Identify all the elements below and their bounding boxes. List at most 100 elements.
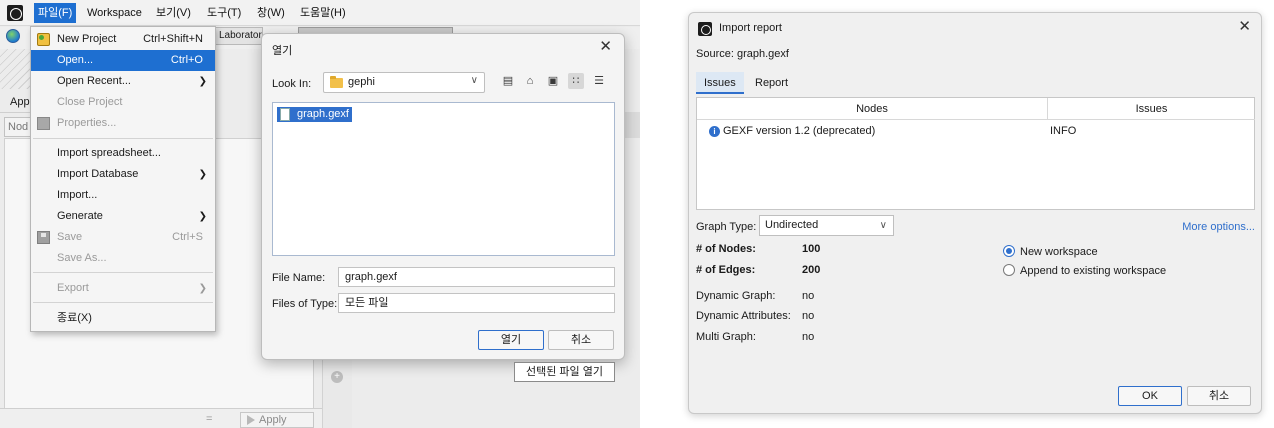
dynamic-graph-label: Dynamic Graph: — [696, 290, 776, 302]
files-of-type-select[interactable]: 모든 파일 — [338, 293, 615, 313]
menu-separator — [33, 138, 213, 139]
look-in-label: Look In: — [272, 78, 312, 90]
open-file-dialog: 열기 ✕ Look In: gephi ∨ ▤ ⌂ ▣ ∷ ☰ graph.ge… — [261, 33, 625, 360]
menu-item-save[interactable]: Save Ctrl+S — [31, 227, 215, 248]
radio-new-workspace[interactable] — [1003, 245, 1015, 257]
shortcut-label: Ctrl+Shift+N — [143, 33, 203, 45]
dynamic-attributes-label: Dynamic Attributes: — [696, 310, 791, 322]
graph-type-select[interactable]: Undirected ∨ — [759, 215, 894, 236]
menu-item-open-recent[interactable]: Open Recent... ❯ — [31, 71, 215, 92]
source-label: Source: graph.gexf — [696, 48, 789, 60]
menu-item-label: Open Recent... — [57, 75, 131, 87]
appearance-panel-label: App — [10, 96, 30, 108]
shortcut-label: Ctrl+S — [172, 231, 203, 243]
more-options-link[interactable]: More options... — [1182, 221, 1255, 233]
chevron-down-icon: ∨ — [470, 75, 478, 86]
gephi-logo-icon — [698, 22, 712, 36]
dialog-title: Import report — [719, 22, 782, 34]
menu-item-import-spreadsheet[interactable]: Import spreadsheet... — [31, 143, 215, 164]
gephi-logo-icon — [7, 5, 23, 21]
properties-icon — [37, 117, 50, 130]
file-name-field[interactable]: graph.gexf — [338, 267, 615, 287]
shortcut-label: Ctrl+O — [170, 54, 203, 66]
close-icon[interactable]: ✕ — [1238, 17, 1251, 35]
up-folder-icon[interactable]: ▤ — [500, 73, 516, 89]
save-icon — [37, 231, 50, 244]
menu-item-generate[interactable]: Generate ❯ — [31, 206, 215, 227]
menu-item-properties[interactable]: Properties... — [31, 113, 215, 134]
chevron-right-icon: ❯ — [198, 211, 207, 222]
radio-append-workspace[interactable] — [1003, 264, 1015, 276]
globe-icon[interactable] — [6, 29, 20, 43]
dynamic-graph-value: no — [802, 290, 815, 302]
close-icon[interactable]: ✕ — [599, 37, 612, 55]
menu-item-save-as[interactable]: Save As... — [31, 248, 215, 269]
file-name-label: File Name: — [272, 272, 326, 284]
equal-icon: = — [206, 413, 213, 425]
menu-help[interactable]: 도움말(H) — [296, 3, 350, 23]
nodes-count-label: # of Nodes: — [696, 243, 756, 255]
menu-item-new-project[interactable]: New Project Ctrl+Shift+N — [31, 29, 215, 50]
tab-issues[interactable]: Issues — [696, 72, 744, 94]
menu-tools[interactable]: 도구(T) — [203, 3, 245, 23]
file-list[interactable]: graph.gexf — [272, 102, 615, 256]
list-item[interactable]: graph.gexf — [277, 107, 352, 122]
play-icon — [247, 415, 255, 425]
nodes-count-value: 100 — [802, 243, 821, 255]
issues-table: Nodes Issues i GEXF version 1.2 (depreca… — [696, 97, 1255, 210]
apply-button[interactable]: Apply — [240, 412, 314, 428]
chevron-right-icon: ❯ — [198, 169, 207, 180]
menu-item-close-project[interactable]: Close Project — [31, 92, 215, 113]
list-view-icon[interactable]: ∷ — [568, 73, 584, 89]
menu-item-label: New Project — [57, 33, 117, 45]
chevron-right-icon: ❯ — [198, 283, 207, 294]
cancel-button[interactable]: 취소 — [1187, 386, 1251, 406]
open-button[interactable]: 열기 — [478, 330, 544, 350]
file-name: graph.gexf — [297, 108, 349, 120]
tab-data-laboratory[interactable]: Laborator — [215, 27, 263, 45]
menu-item-label: Generate — [57, 210, 103, 222]
menu-workspace[interactable]: Workspace — [83, 3, 146, 23]
dynamic-attributes-value: no — [802, 310, 815, 322]
menu-view[interactable]: 보기(V) — [152, 3, 195, 23]
import-report-dialog: Import report ✕ Source: graph.gexf Issue… — [688, 12, 1262, 414]
dialog-title: 열기 — [272, 45, 293, 57]
files-of-type-label: Files of Type: — [272, 298, 338, 310]
menu-item-label: Save As... — [57, 252, 107, 264]
menu-item-import[interactable]: Import... — [31, 185, 215, 206]
menu-file[interactable]: 파일(F) — [34, 3, 77, 23]
look-in-value: gephi — [348, 76, 375, 88]
menu-item-open[interactable]: Open... Ctrl+O — [31, 50, 215, 71]
tab-report[interactable]: Report — [747, 72, 796, 94]
menu-separator — [33, 302, 213, 303]
new-folder-icon[interactable]: ▣ — [545, 73, 561, 89]
file-menu-dropdown: New Project Ctrl+Shift+N Open... Ctrl+O … — [30, 26, 216, 332]
menu-item-label: Import spreadsheet... — [57, 147, 161, 159]
menu-item-import-database[interactable]: Import Database ❯ — [31, 164, 215, 185]
menu-item-label: Close Project — [57, 96, 123, 108]
issue-level: INFO — [1050, 125, 1077, 137]
graph-type-label: Graph Type: — [696, 221, 757, 233]
add-circle-icon[interactable]: + — [331, 371, 343, 383]
details-view-icon[interactable]: ☰ — [591, 73, 607, 89]
menu-item-exit[interactable]: 종료(X) — [31, 308, 215, 329]
column-header-issues[interactable]: Issues — [1048, 98, 1255, 120]
ok-button[interactable]: OK — [1118, 386, 1182, 406]
menu-item-export[interactable]: Export ❯ — [31, 278, 215, 299]
graph-type-value: Undirected — [765, 219, 819, 231]
menu-item-label: Import Database — [57, 168, 139, 180]
gephi-main-window: 파일(F) Workspace 보기(V) 도구(T) 창(W) 도움말(H) … — [0, 0, 640, 428]
column-header-nodes[interactable]: Nodes — [697, 98, 1048, 120]
edges-count-value: 200 — [802, 264, 821, 276]
menu-item-label: Properties... — [57, 117, 117, 129]
issue-message: GEXF version 1.2 (deprecated) — [723, 125, 876, 137]
look-in-select[interactable]: gephi ∨ — [323, 72, 485, 93]
new-project-icon — [37, 33, 50, 46]
chevron-right-icon: ❯ — [198, 76, 207, 87]
cancel-button[interactable]: 취소 — [548, 330, 614, 350]
home-icon[interactable]: ⌂ — [522, 73, 538, 89]
menu-window[interactable]: 창(W) — [253, 3, 289, 23]
chevron-down-icon: ∨ — [879, 220, 887, 231]
apply-label: Apply — [259, 414, 287, 426]
radio-append-workspace-label: Append to existing workspace — [1020, 265, 1167, 277]
